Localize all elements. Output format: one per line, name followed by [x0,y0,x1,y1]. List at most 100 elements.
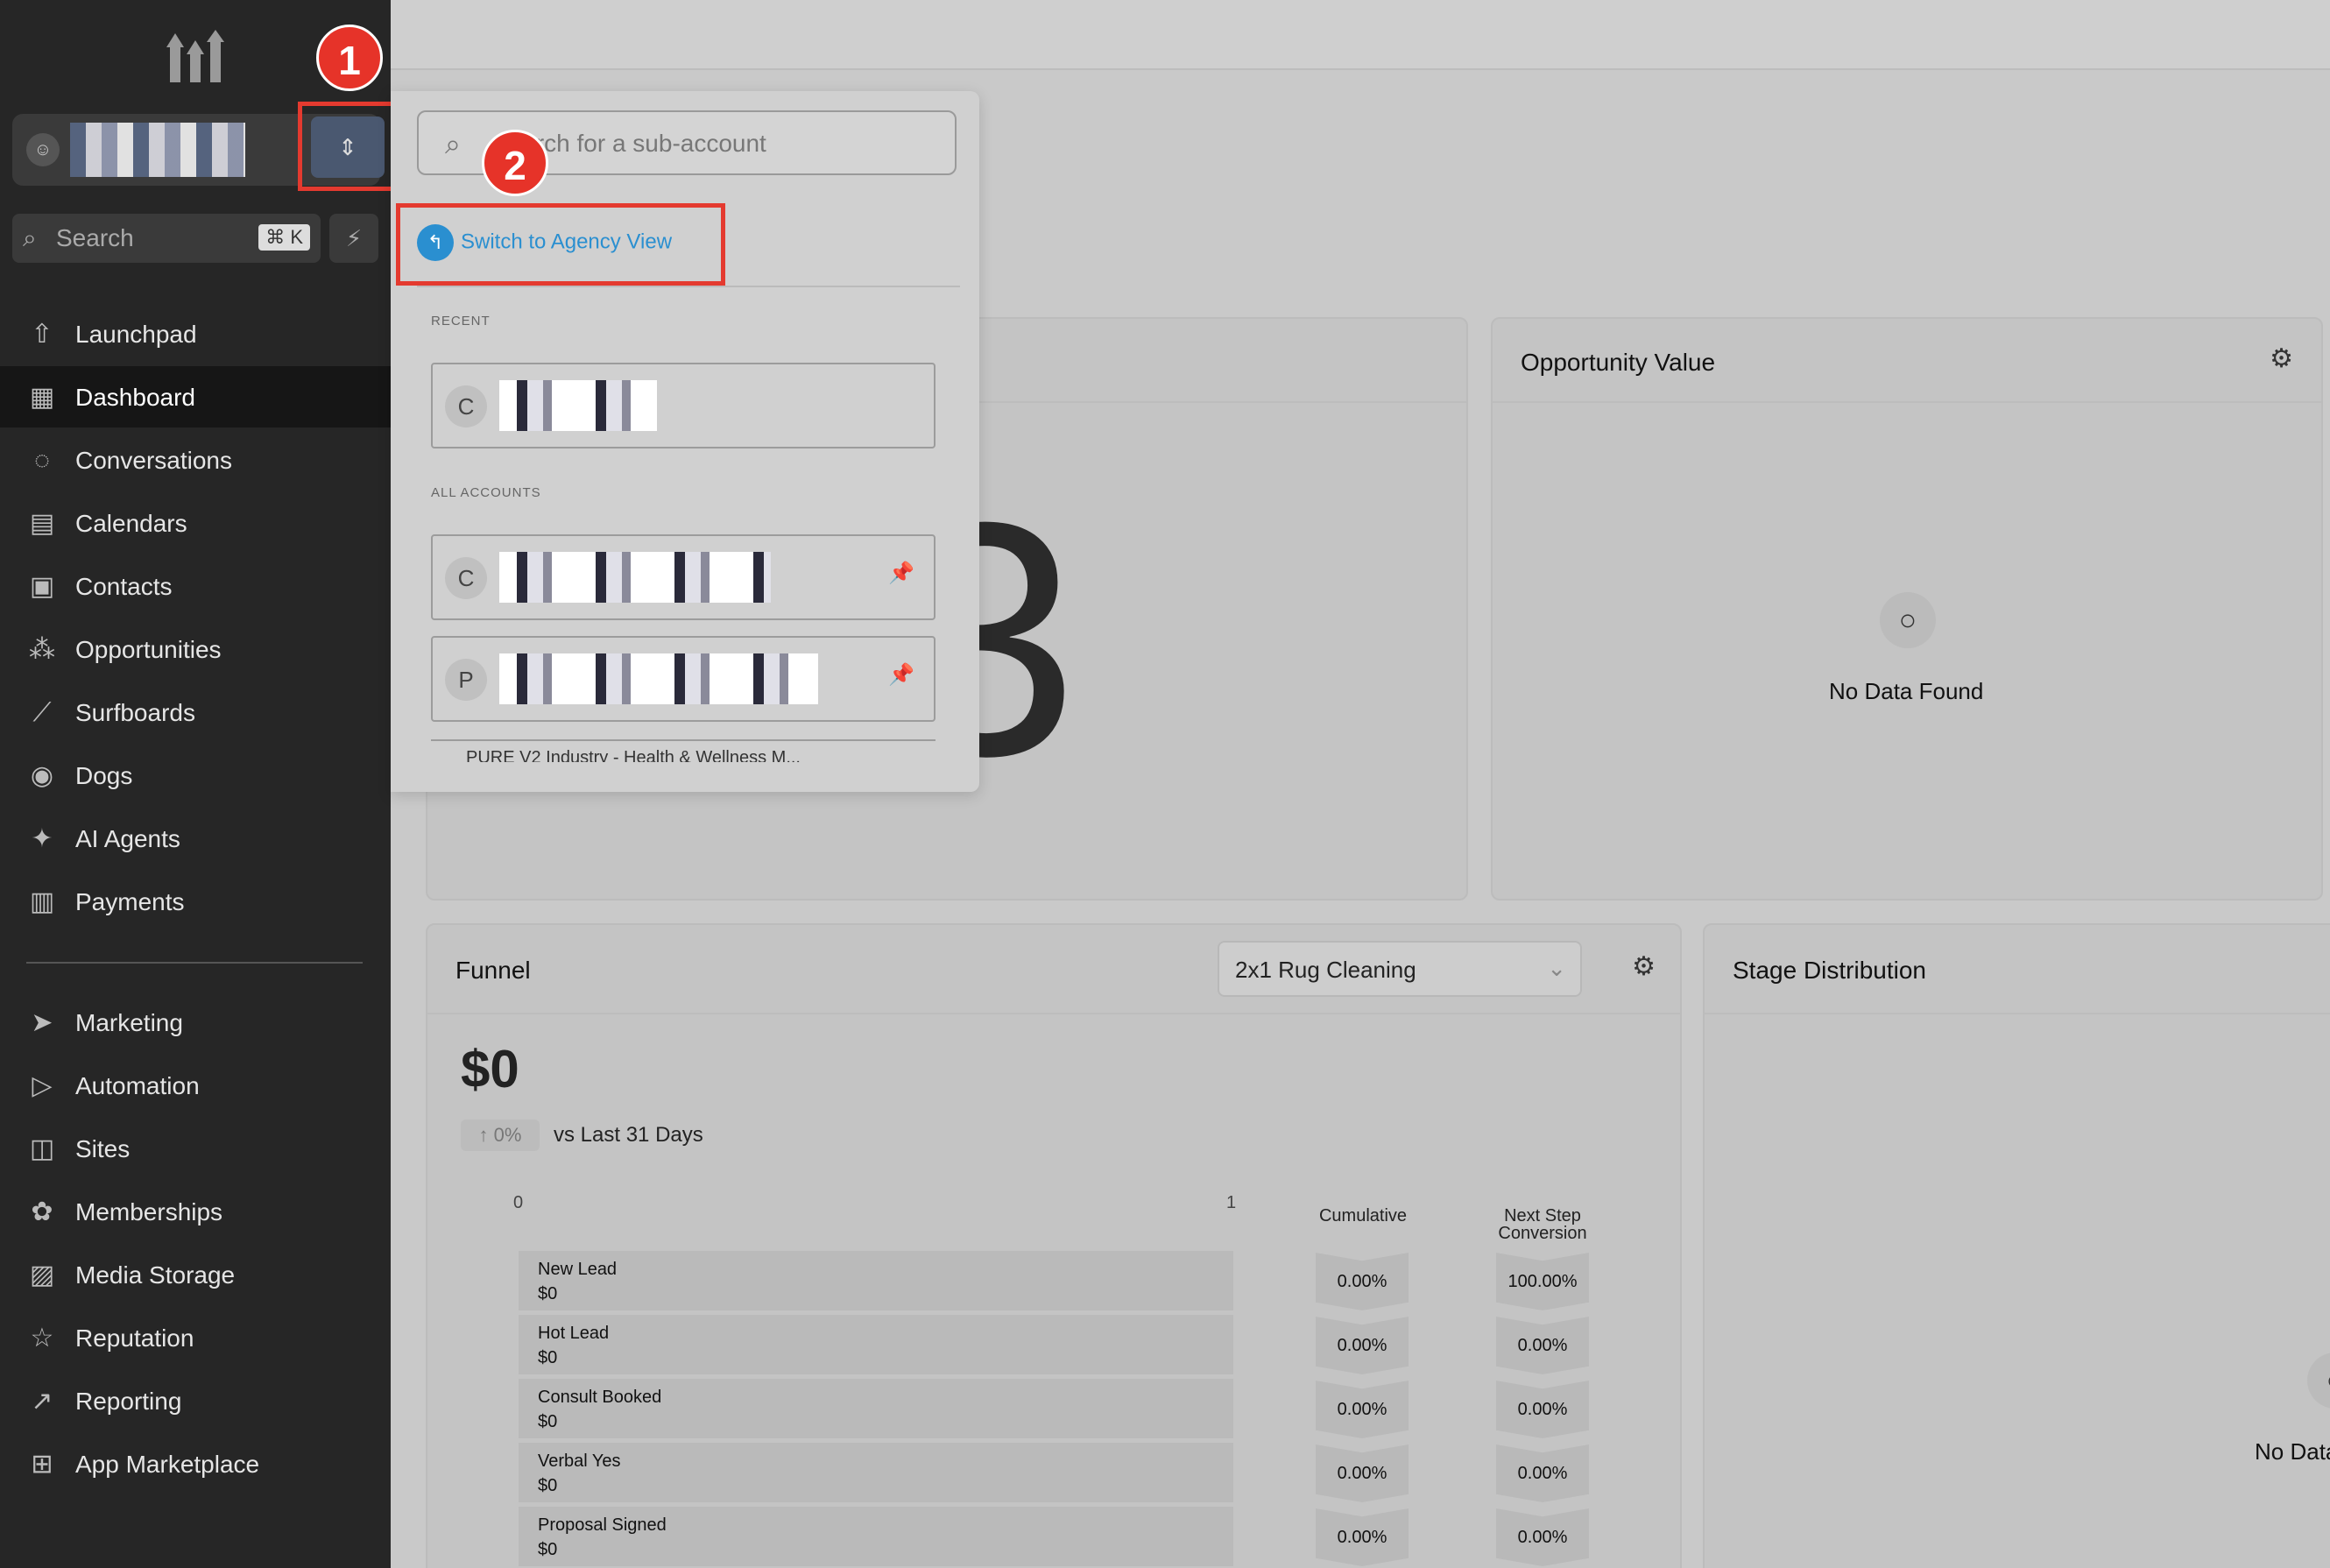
no-data-text: No Data Found [1829,678,1984,704]
funnel-stage-row: New Lead $0 [519,1251,1233,1310]
badge-icon: ✿ [31,1197,53,1226]
sidebar-item-ai-agents[interactable]: ✦ AI Agents [0,808,391,869]
no-data-search-icon: ○ [1880,592,1936,648]
recent-account-item[interactable]: C [431,363,936,449]
trend-icon: ↗ [31,1387,53,1416]
sidebar-item-payments[interactable]: ▥ Payments [0,871,391,932]
sidebar-item-label: Surfboards [75,699,195,726]
back-arrow-icon: ↰ [417,224,454,261]
pin-icon[interactable]: 📌 [888,561,914,586]
sites-icon: ◫ [29,1134,55,1163]
account-item[interactable]: C 📌 [431,534,936,620]
funnel-stage-row: Hot Lead $0 [519,1315,1233,1374]
popover-divider [417,286,960,287]
cumulative-value: 0.00% [1316,1253,1409,1310]
account-item[interactable]: P 📌 [431,636,936,722]
sidebar-item-surfboards[interactable]: ⟋ Surfboards [0,682,391,743]
account-avatar-icon: ☺ [26,133,60,166]
account-name-redacted [70,123,245,177]
chat-icon: ◌ [34,446,50,475]
stage-distribution-card: Stage Distribution ○ No Data [1703,923,2330,1568]
sidebar-item-label: Launchpad [75,321,197,348]
apps-icon: ⊞ [31,1450,53,1479]
recent-label: RECENT [431,314,491,328]
automation-icon: ▷ [32,1071,53,1100]
stage-name: Verbal Yes [538,1451,621,1471]
dog-icon: ◉ [30,761,54,790]
search-icon: ⌕ [23,224,37,251]
pipeline-select[interactable]: 2x1 Rug Cleaning ⌄ [1218,941,1582,997]
sidebar-search[interactable]: ⌕ Search ⌘ K [12,214,321,263]
sidebar-item-marketing[interactable]: ➤ Marketing [0,992,391,1053]
account-item-cut-off[interactable]: PURE V2 Industry - Health & Wellness M..… [431,739,936,762]
sidebar-divider [26,962,363,964]
sidebar-item-label: Contacts [75,573,173,600]
sidebar-item-contacts[interactable]: ▣ Contacts [0,555,391,617]
sidebar-item-reputation[interactable]: ☆ Reputation [0,1307,391,1368]
account-initial: C [445,385,487,427]
annotation-badge: 2 [482,130,548,196]
switch-to-agency-button[interactable]: ↰ Switch to Agency View [417,224,672,261]
sidebar-item-dogs[interactable]: ◉ Dogs [0,745,391,806]
sidebar-item-sites[interactable]: ◫ Sites [0,1118,391,1179]
filter-icon[interactable]: ⚙ [2270,343,2293,374]
sidebar-item-label: Dashboard [75,384,195,411]
filter-icon[interactable]: ⚙ [1632,951,1656,982]
sidebar-item-label: Media Storage [75,1261,236,1289]
sidebar-item-conversations[interactable]: ◌ Conversations [0,429,391,491]
funnel-stage-row: Verbal Yes $0 [519,1443,1233,1502]
sidebar-item-reporting[interactable]: ↗ Reporting [0,1370,391,1431]
opportunity-value-card: Opportunity Value ⚙ ○ No Data Found [1491,317,2323,901]
stage-amount: $0 [538,1476,558,1495]
funnel-total: $0 [461,1040,519,1098]
sidebar-item-label: Memberships [75,1198,223,1225]
search-icon: ⌕ [445,128,461,159]
sidebar-item-automation[interactable]: ▷ Automation [0,1055,391,1116]
surfboard-icon: ⟋ [32,698,52,727]
compare-label: vs Last 31 Days [554,1123,703,1147]
account-name-redacted [499,552,771,603]
change-badge: ↑ 0% [461,1119,540,1151]
stage-amount: $0 [538,1412,558,1431]
cumulative-value: 0.00% [1316,1508,1409,1566]
sidebar-item-label: Reputation [75,1324,194,1352]
chevron-down-icon: ⌄ [1547,955,1566,981]
account-switcher-toggle[interactable]: ⇕ [298,102,396,191]
grid-icon: ▦ [29,383,55,412]
sidebar-item-app-marketplace[interactable]: ⊞ App Marketplace [0,1433,391,1494]
account-name-redacted [499,653,818,704]
calendar-icon: ▤ [29,509,55,538]
search-placeholder: Search [56,224,134,251]
quick-action-bolt-icon[interactable]: ⚡ [329,214,378,263]
annotation-badge: 1 [316,25,383,91]
axis-tick: 1 [1226,1193,1237,1212]
cumulative-value: 0.00% [1316,1381,1409,1438]
account-initial: C [445,557,487,599]
cumulative-value: 0.00% [1316,1444,1409,1502]
star-icon: ☆ [30,1324,54,1353]
payments-icon: ▥ [29,887,55,916]
sidebar-item-launchpad[interactable]: ⇧ Launchpad [0,303,391,364]
col-cumulative: Cumulative [1318,1206,1408,1225]
account-name-redacted [499,380,657,431]
card-header: Stage Distribution [1705,925,2330,1014]
stage-name: New Lead [538,1260,618,1279]
card-title: Funnel [455,957,531,984]
stage-name: Proposal Signed [538,1515,667,1535]
sidebar-item-calendars[interactable]: ▤ Calendars [0,492,391,554]
pin-icon[interactable]: 📌 [888,662,914,688]
sidebar-item-opportunities[interactable]: ⁂ Opportunities [0,618,391,680]
sidebar-item-media-storage[interactable]: ▨ Media Storage [0,1244,391,1305]
rocket-icon: ⇧ [31,320,53,349]
sidebar-item-label: Opportunities [75,636,222,663]
chevron-updown-icon: ⇕ [311,117,385,178]
sidebar-item-label: Dogs [75,762,133,789]
image-icon: ▨ [29,1261,55,1289]
sidebar-item-memberships[interactable]: ✿ Memberships [0,1181,391,1242]
shortcut-hint: ⌘ K [258,224,310,251]
sidebar-item-label: Conversations [75,447,232,474]
sidebar-item-dashboard[interactable]: ▦ Dashboard [0,366,391,427]
card-header: Opportunity Value ⚙ [1493,319,2321,403]
pipeline-select-value: 2x1 Rug Cleaning [1235,957,1416,983]
stage-name: Hot Lead [538,1324,610,1343]
